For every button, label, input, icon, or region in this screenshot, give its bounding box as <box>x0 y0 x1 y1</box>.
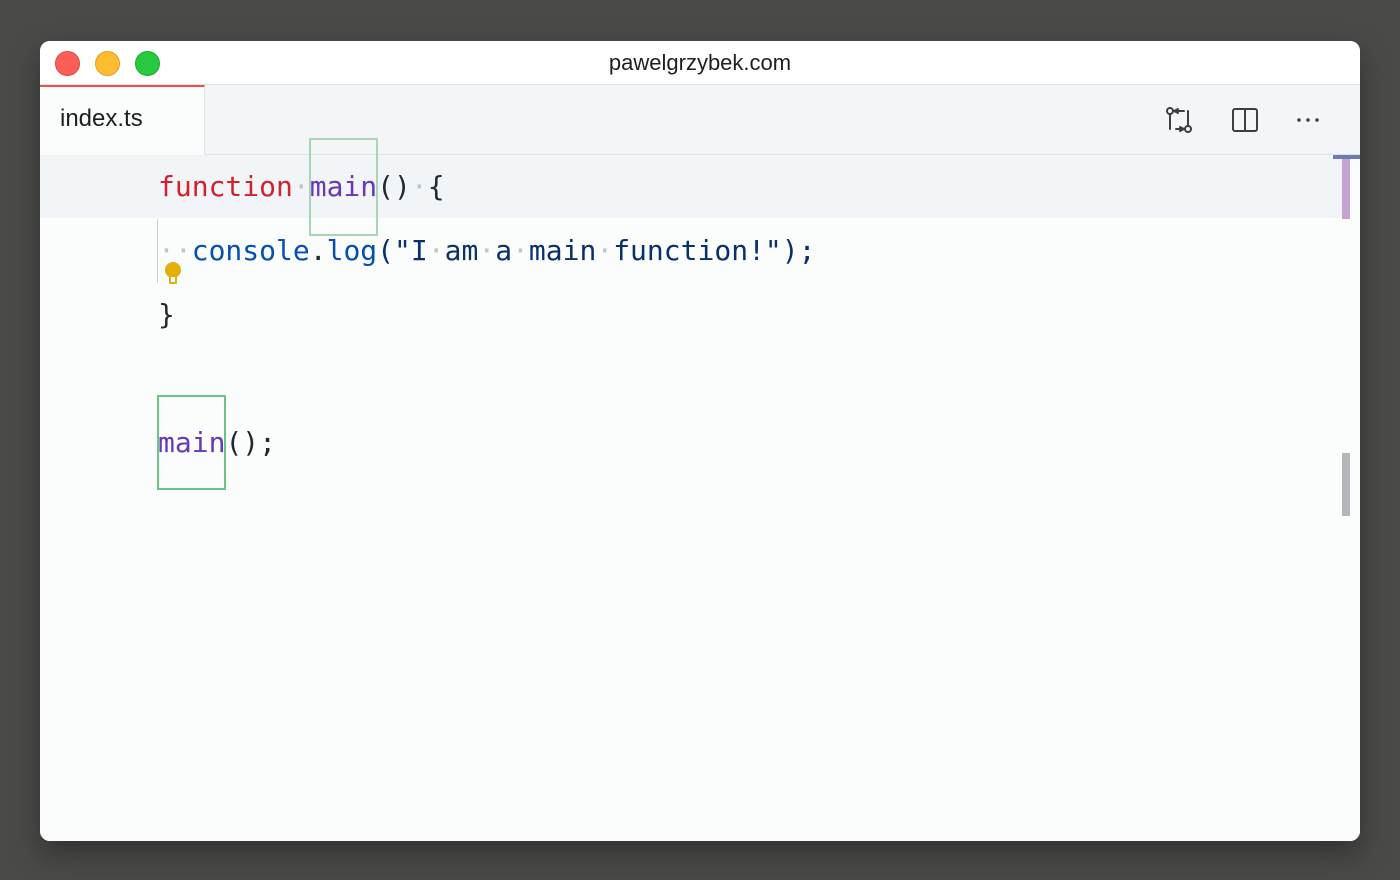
split-editor-button[interactable] <box>1228 103 1262 137</box>
git-compare-icon <box>1164 105 1194 135</box>
code-line-1: function·main()·{ <box>158 138 445 236</box>
method-log: log <box>326 234 378 267</box>
ellipsis-icon <box>1294 106 1322 134</box>
string-word: function! <box>613 234 765 267</box>
open-brace: { <box>427 170 445 203</box>
function-call-highlight[interactable]: main <box>156 395 227 490</box>
editor-window: pawelgrzybek.com index.ts function·main(… <box>40 41 1360 841</box>
window-title: pawelgrzybek.com <box>608 50 792 75</box>
code-line-5: main(); <box>156 395 277 490</box>
split-editor-icon <box>1231 106 1259 134</box>
whitespace-marker: · <box>427 234 445 267</box>
code-editor[interactable]: function·main()·{ ··console.log("I·am·a·… <box>40 138 1360 841</box>
call-parens: (); <box>225 426 277 459</box>
string-word: main <box>528 234 597 267</box>
whitespace-marker: · <box>410 170 428 203</box>
code-line-3: } <box>158 283 175 347</box>
dot-operator: . <box>309 234 327 267</box>
tab-label: index.ts <box>60 105 143 132</box>
vertical-scrollbar-thumb[interactable] <box>1342 453 1350 516</box>
whitespace-marker: · <box>478 234 496 267</box>
close-brace: } <box>158 298 175 331</box>
whitespace-marker: · <box>512 234 529 267</box>
whitespace-marker: · <box>292 170 310 203</box>
string-word: a <box>495 234 513 267</box>
whitespace-marker: · <box>596 234 614 267</box>
more-actions-button[interactable] <box>1291 103 1325 137</box>
indent-whitespace: ·· <box>158 234 192 267</box>
string-open: (" <box>377 234 411 267</box>
string-word: am <box>444 234 479 267</box>
identifier-console: console <box>191 234 310 267</box>
title-bar: pawelgrzybek.com <box>40 41 1360 85</box>
function-name-highlight[interactable]: main <box>308 138 379 236</box>
keyword-function: function <box>158 170 293 203</box>
tab-index-ts[interactable]: index.ts <box>40 85 205 155</box>
open-changes-button[interactable] <box>1162 103 1196 137</box>
string-word: I <box>410 234 428 267</box>
code-line-2: ··console.log("I·am·a·main·function!"); <box>158 219 816 283</box>
overview-ruler-marker <box>1342 159 1350 219</box>
parameter-parens: () <box>377 170 411 203</box>
tab-bar: index.ts <box>40 85 1360 155</box>
string-close: "); <box>764 234 816 267</box>
